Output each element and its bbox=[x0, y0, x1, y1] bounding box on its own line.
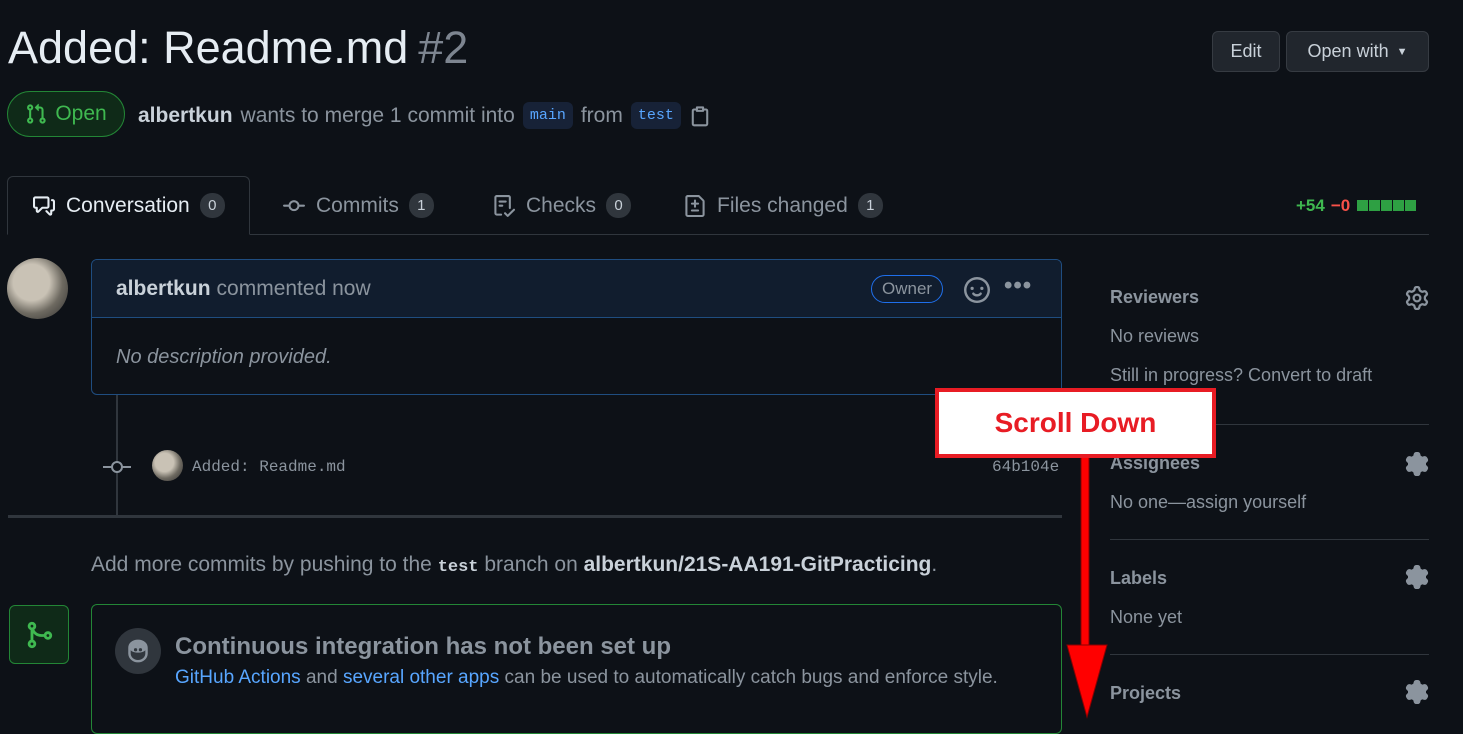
comment-meta[interactable]: commented now bbox=[217, 277, 371, 301]
checklist-icon bbox=[494, 194, 516, 217]
assignees-value[interactable]: No one—assign yourself bbox=[1110, 492, 1306, 513]
ci-icon-wrap bbox=[115, 628, 161, 674]
commit-icon bbox=[283, 199, 305, 211]
tab-files-changed-count: 1 bbox=[857, 193, 883, 218]
pr-merge-text: wants to merge 1 commit into bbox=[240, 103, 515, 127]
comment-author[interactable]: albertkun bbox=[116, 277, 211, 301]
tab-checks[interactable]: Checks 0 bbox=[492, 176, 632, 235]
labels-value: None yet bbox=[1110, 607, 1183, 627]
push-hint-mid: branch on bbox=[484, 553, 578, 576]
sidebar-divider bbox=[1110, 539, 1429, 540]
tab-files-changed-label: Files changed bbox=[717, 193, 848, 217]
tab-checks-count: 0 bbox=[606, 193, 632, 218]
labels-title[interactable]: Labels bbox=[1110, 568, 1167, 589]
git-merge-icon bbox=[27, 621, 53, 648]
tab-commits-label: Commits bbox=[316, 193, 399, 217]
pr-from-text: from bbox=[580, 103, 623, 127]
pr-title: Added: Readme.md #2 bbox=[8, 22, 468, 74]
merge-status-icon bbox=[9, 605, 69, 664]
commit-avatar[interactable] bbox=[152, 450, 183, 481]
tab-conversation[interactable]: Conversation 0 bbox=[7, 176, 250, 235]
conversation-icon bbox=[33, 195, 55, 216]
github-actions-link[interactable]: GitHub Actions bbox=[175, 667, 301, 688]
edit-button[interactable]: Edit bbox=[1212, 31, 1280, 72]
diffstat-deletions: −0 bbox=[1330, 196, 1351, 215]
diffstat: +54 −0 bbox=[1296, 196, 1417, 216]
comment-box: albertkun commented now Owner ••• No des… bbox=[91, 259, 1062, 395]
comment-body: No description provided. bbox=[116, 346, 332, 368]
open-with-button[interactable]: Open with ▼ bbox=[1286, 31, 1429, 72]
other-apps-link[interactable]: several other apps bbox=[343, 667, 499, 688]
push-hint-branch: test bbox=[437, 558, 479, 577]
caret-down-icon: ▼ bbox=[1396, 45, 1408, 58]
commit-message[interactable]: Added: Readme.md bbox=[192, 458, 346, 476]
open-with-label: Open with bbox=[1307, 41, 1389, 61]
repo-link[interactable]: albertkun/21S-AA191-GitPracticing bbox=[584, 553, 932, 576]
gear-icon[interactable] bbox=[1405, 565, 1429, 589]
head-branch[interactable]: test bbox=[630, 102, 681, 129]
pr-number: #2 bbox=[418, 22, 469, 73]
copy-icon[interactable] bbox=[689, 104, 711, 128]
reviewers-title[interactable]: Reviewers bbox=[1110, 287, 1199, 308]
commit-sha[interactable]: 64b104e bbox=[992, 458, 1059, 476]
push-hint-post: . bbox=[931, 553, 938, 576]
timeline-divider bbox=[8, 515, 1062, 518]
pr-state-label: Open bbox=[55, 102, 107, 125]
scroll-down-callout: Scroll Down bbox=[935, 388, 1216, 458]
pr-author-link[interactable]: albertkun bbox=[138, 104, 233, 128]
tab-commits[interactable]: Commits 1 bbox=[282, 176, 434, 235]
gear-icon[interactable] bbox=[1405, 680, 1429, 704]
base-branch[interactable]: main bbox=[522, 102, 573, 129]
tab-conversation-count: 0 bbox=[199, 193, 225, 218]
comment-header: albertkun commented now Owner ••• bbox=[92, 260, 1061, 318]
tab-files-changed[interactable]: Files changed 1 bbox=[683, 176, 883, 235]
pr-title-text: Added: Readme.md bbox=[8, 22, 409, 73]
ci-description: GitHub Actions and several other apps ca… bbox=[175, 667, 998, 689]
ci-rest: can be used to automatically catch bugs … bbox=[504, 667, 998, 688]
tab-conversation-label: Conversation bbox=[66, 193, 190, 217]
diffstat-bar bbox=[1356, 196, 1417, 216]
commit-node-icon bbox=[103, 461, 131, 473]
projects-title[interactable]: Projects bbox=[1110, 683, 1181, 704]
reviewers-value: No reviews bbox=[1110, 326, 1200, 346]
convert-to-draft-link[interactable]: Still in progress? Convert to draft bbox=[1110, 365, 1372, 386]
copilot-icon bbox=[128, 639, 148, 663]
kebab-menu-icon[interactable]: ••• bbox=[1004, 272, 1032, 300]
gear-icon[interactable] bbox=[1405, 452, 1429, 476]
ci-title: Continuous integration has not been set … bbox=[175, 633, 671, 660]
avatar[interactable] bbox=[7, 258, 68, 319]
tab-commits-count: 1 bbox=[408, 193, 434, 218]
smiley-icon[interactable] bbox=[964, 277, 990, 303]
pr-meta: albertkun wants to merge 1 commit into m… bbox=[138, 102, 711, 129]
push-hint-pre: Add more commits by pushing to the bbox=[91, 553, 432, 576]
tab-checks-label: Checks bbox=[526, 193, 597, 217]
scroll-down-arrow bbox=[1066, 455, 1108, 719]
sidebar-divider bbox=[1110, 654, 1429, 655]
file-diff-icon bbox=[685, 194, 705, 217]
diffstat-additions: +54 bbox=[1296, 196, 1325, 215]
ci-and: and bbox=[305, 667, 338, 688]
gear-icon[interactable] bbox=[1405, 286, 1429, 310]
pr-state-badge: Open bbox=[7, 91, 125, 137]
pull-request-icon bbox=[27, 103, 46, 124]
owner-badge: Owner bbox=[871, 275, 944, 303]
push-hint: Add more commits by pushing to the test … bbox=[91, 553, 937, 577]
